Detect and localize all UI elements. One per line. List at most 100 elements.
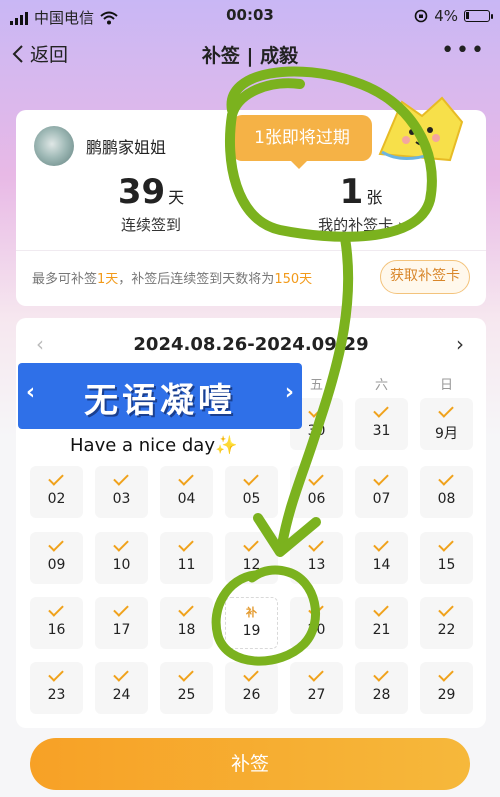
check-icon	[48, 536, 64, 552]
cards-unit: 张	[366, 188, 383, 207]
check-icon	[243, 536, 259, 552]
day-number: 03	[112, 491, 131, 507]
day-number: 24	[112, 687, 131, 703]
check-icon	[373, 402, 389, 418]
makeup-signin-button[interactable]: 补签	[30, 738, 470, 790]
day-cell[interactable]: 04	[160, 466, 213, 518]
day-number: 16	[47, 622, 66, 638]
divider	[16, 250, 486, 251]
check-icon	[438, 402, 454, 418]
check-icon	[438, 601, 454, 617]
check-icon	[373, 601, 389, 617]
day-number: 18	[177, 622, 196, 638]
day-number: 25	[177, 687, 196, 703]
battery-percent: 4%	[434, 7, 458, 25]
weekday-sat: 六	[374, 378, 388, 393]
day-number: 31	[372, 423, 391, 439]
day-number: 04	[177, 491, 196, 507]
day-cell[interactable]: 17	[95, 597, 148, 649]
day-number: 20	[307, 622, 326, 638]
day-cell[interactable]: 24	[95, 662, 148, 714]
get-makeup-card-button[interactable]: 获取补签卡	[380, 260, 470, 294]
more-options-button[interactable]: •••	[441, 38, 486, 63]
day-number: 28	[372, 687, 391, 703]
day-number: 07	[372, 491, 391, 507]
day-cell[interactable]: 29	[420, 662, 473, 714]
day-number: 27	[307, 687, 326, 703]
day-cell[interactable]: 02	[30, 466, 83, 518]
check-icon	[113, 666, 129, 682]
day-cell[interactable]: 18	[160, 597, 213, 649]
day-cell[interactable]: 23	[30, 662, 83, 714]
day-cell[interactable]: 06	[290, 466, 343, 518]
next-period-button[interactable]: ›	[456, 332, 464, 356]
day-number: 14	[372, 557, 391, 573]
day-number: 22	[437, 622, 456, 638]
page-title: 补签 | 成毅	[201, 45, 299, 67]
day-number: 19	[242, 623, 261, 639]
banner-subtitle-text: Have a nice day	[70, 435, 215, 456]
day-number: 09	[47, 557, 66, 573]
day-number: 08	[437, 491, 456, 507]
check-icon	[48, 601, 64, 617]
day-cell[interactable]: 31	[355, 398, 408, 450]
day-number: 02	[47, 491, 66, 507]
banner-subtitle: Have a nice day✨	[70, 435, 237, 456]
calendar-range: 2024.08.26-2024.09.29	[133, 334, 369, 355]
day-cell[interactable]: 11	[160, 532, 213, 584]
check-icon	[243, 470, 259, 486]
day-number: 21	[372, 622, 391, 638]
streak-unit: 天	[168, 188, 185, 207]
day-cell[interactable]: 14	[355, 532, 408, 584]
day-cell[interactable]: 9月	[420, 398, 473, 450]
day-number: 26	[242, 687, 261, 703]
makeup-tag: 补	[246, 606, 257, 619]
avatar[interactable]	[34, 126, 74, 166]
check-icon	[308, 666, 324, 682]
day-cell[interactable]: 15	[420, 532, 473, 584]
cards-label: 我的补签卡 ›	[318, 216, 404, 234]
day-cell[interactable]: 22	[420, 597, 473, 649]
day-cell[interactable]: 12	[225, 532, 278, 584]
day-cell[interactable]: 10	[95, 532, 148, 584]
day-cell[interactable]: 28	[355, 662, 408, 714]
day-number: 15	[437, 557, 456, 573]
check-icon	[178, 666, 194, 682]
overlay-banner: ‹ 无语凝噎 › Have a nice day✨	[18, 363, 302, 463]
day-cell[interactable]: 20	[290, 597, 343, 649]
status-bar: 中国电信 00:03 4%	[0, 0, 500, 32]
day-cell[interactable]: 16	[30, 597, 83, 649]
makeup-day-cell[interactable]: 补 19	[225, 597, 278, 649]
day-number: 10	[112, 557, 131, 573]
day-cell[interactable]: 27	[290, 662, 343, 714]
day-cell[interactable]: 13	[290, 532, 343, 584]
day-cell[interactable]: 21	[355, 597, 408, 649]
check-icon	[438, 666, 454, 682]
day-cell[interactable]: 26	[225, 662, 278, 714]
check-icon	[113, 470, 129, 486]
check-icon	[373, 470, 389, 486]
streak-label: 连续签到	[120, 216, 181, 234]
makeup-cards-stat[interactable]: 1张 我的补签卡 ›	[301, 172, 421, 235]
check-icon	[113, 601, 129, 617]
makeup-note: 最多可补签1天，补签后连续签到天数将为150天	[32, 268, 312, 287]
day-cell[interactable]: 05	[225, 466, 278, 518]
check-icon	[178, 470, 194, 486]
check-icon	[178, 536, 194, 552]
day-cell[interactable]: 09	[30, 532, 83, 584]
cards-value: 1	[339, 172, 364, 212]
note-text-1: 最多可补签	[32, 272, 98, 287]
day-cell[interactable]: 03	[95, 466, 148, 518]
day-cell[interactable]: 08	[420, 466, 473, 518]
check-icon	[178, 601, 194, 617]
day-number: 06	[307, 491, 326, 507]
check-icon	[373, 666, 389, 682]
username: 鹏鹏家姐姐	[86, 138, 167, 157]
expire-badge: 1张即将过期	[232, 115, 372, 169]
day-cell[interactable]: 25	[160, 662, 213, 714]
note-text-2: ，补签后连续签到天数将为	[118, 272, 275, 287]
day-number: 29	[437, 687, 456, 703]
check-icon	[308, 536, 324, 552]
day-number: 17	[112, 622, 131, 638]
day-cell[interactable]: 07	[355, 466, 408, 518]
